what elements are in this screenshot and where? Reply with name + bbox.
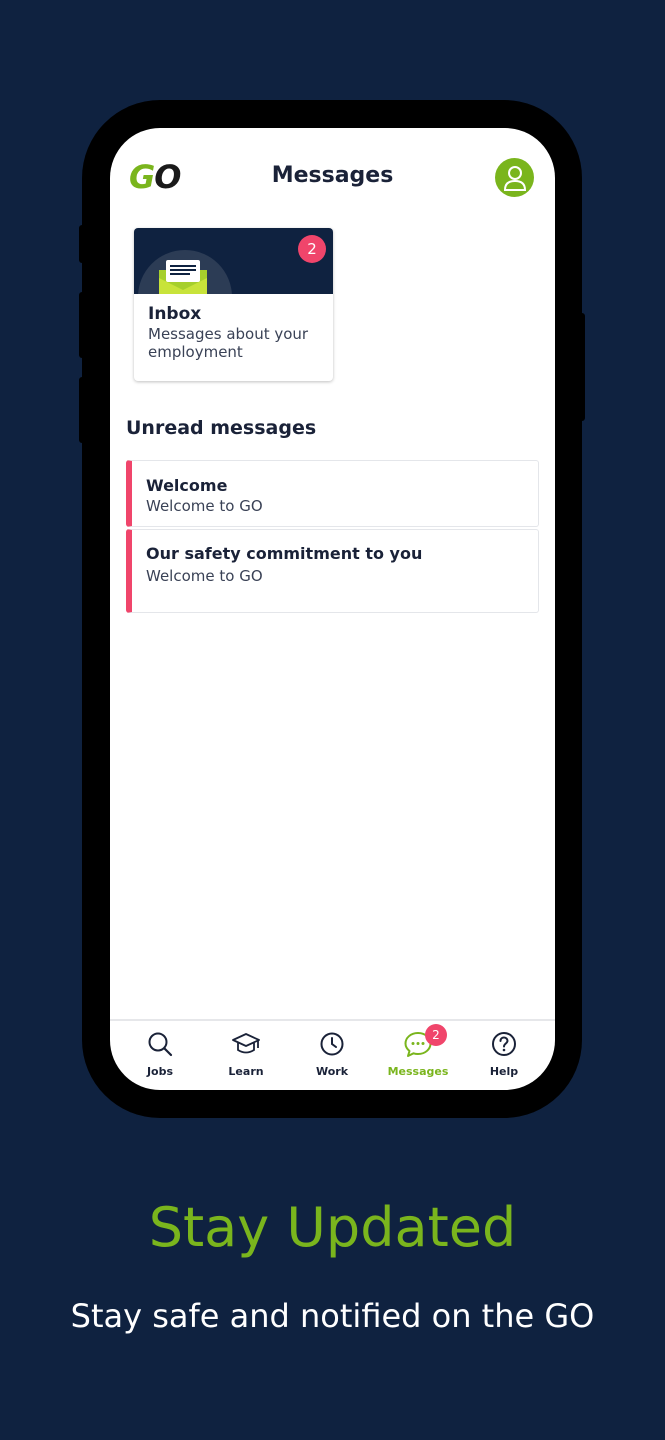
inbox-banner: 2 xyxy=(134,228,333,294)
tab-label: Messages xyxy=(387,1065,449,1078)
phone-mute-switch xyxy=(79,225,85,263)
search-icon xyxy=(148,1032,173,1057)
tab-work[interactable]: Work xyxy=(289,1029,375,1078)
tab-help[interactable]: Help xyxy=(461,1029,547,1078)
promo-headline: Stay Updated xyxy=(148,1196,517,1259)
message-title: Our safety commitment to you xyxy=(146,544,423,563)
unread-section-title: Unread messages xyxy=(126,417,317,439)
tab-label: Work xyxy=(315,1065,349,1078)
user-icon xyxy=(503,165,526,191)
message-item[interactable]: Our safety commitment to you Welcome to … xyxy=(126,529,539,613)
tab-messages[interactable]: 2 Messages xyxy=(375,1024,461,1078)
page-title: Messages xyxy=(271,163,394,188)
message-title: Welcome xyxy=(146,476,228,495)
inbox-count-badge: 2 xyxy=(298,235,326,263)
phone-volume-up xyxy=(79,292,85,358)
bottom-tab-bar: Jobs Learn Work 2 Messages Help xyxy=(110,1019,555,1090)
clock-icon xyxy=(320,1032,344,1056)
inbox-card[interactable]: 2 Inbox Messages about your employment xyxy=(134,228,333,381)
tab-label: Help xyxy=(489,1065,519,1078)
tab-label: Jobs xyxy=(146,1065,174,1078)
phone-power-button xyxy=(579,313,585,421)
tab-learn[interactable]: Learn xyxy=(203,1029,289,1078)
inbox-title: Inbox xyxy=(148,304,202,324)
app-screen: GO Messages 2 Inbox Messages about your … xyxy=(110,128,555,1090)
inbox-description: Messages about your employment xyxy=(148,325,309,361)
profile-button[interactable] xyxy=(495,158,534,197)
graduation-cap-icon xyxy=(232,1033,260,1054)
messages-tab-badge: 2 xyxy=(425,1024,447,1046)
phone-volume-down xyxy=(79,377,85,443)
promo-subtitle: Stay safe and notified on the GO xyxy=(70,1297,595,1335)
message-subtitle: Welcome to GO xyxy=(146,567,263,585)
tab-label: Learn xyxy=(228,1065,264,1078)
tab-jobs[interactable]: Jobs xyxy=(117,1029,203,1078)
question-circle-icon xyxy=(492,1032,516,1056)
app-header: GO Messages xyxy=(110,128,555,228)
message-item[interactable]: Welcome Welcome to GO xyxy=(126,460,539,527)
envelope-icon xyxy=(159,260,207,294)
message-subtitle: Welcome to GO xyxy=(146,497,263,515)
